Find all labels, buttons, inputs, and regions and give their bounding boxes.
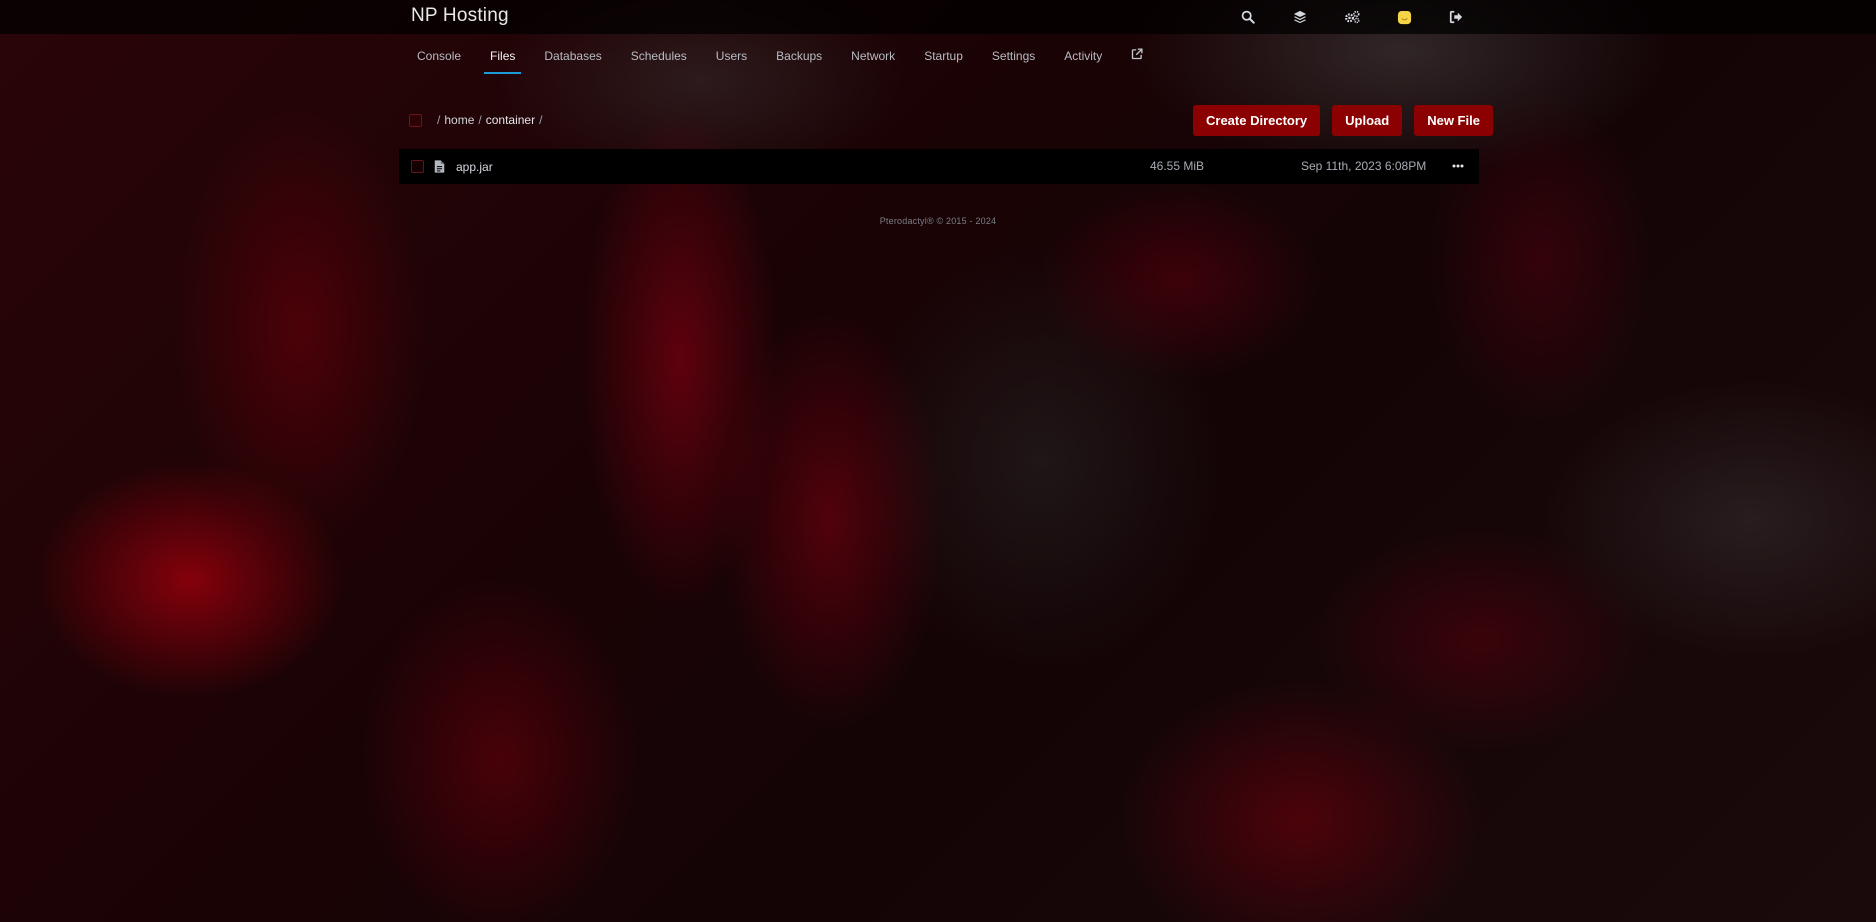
tab-files[interactable]: Files (484, 42, 522, 74)
upload-button[interactable]: Upload (1332, 105, 1403, 136)
file-actions: Create Directory Upload New File (1193, 105, 1493, 136)
create-directory-button[interactable]: Create Directory (1193, 105, 1321, 136)
tab-activity[interactable]: Activity (1058, 42, 1108, 74)
tab-network[interactable]: Network (845, 42, 901, 74)
tab-startup[interactable]: Startup (918, 42, 969, 74)
user-avatar-icon[interactable] (1378, 0, 1430, 34)
logout-icon[interactable] (1430, 0, 1482, 34)
cogs-icon[interactable] (1326, 0, 1378, 34)
tab-console[interactable]: Console (411, 42, 467, 74)
file-name[interactable]: app.jar (456, 160, 493, 174)
tab-backups[interactable]: Backups (770, 42, 828, 74)
external-link-icon[interactable] (1125, 42, 1149, 73)
layers-icon[interactable] (1274, 0, 1326, 34)
top-icon-group (1222, 0, 1482, 34)
breadcrumb: / home / container / (409, 108, 546, 132)
footer-copyright: Pterodactyl® © 2015 - 2024 (879, 216, 997, 226)
file-size: 46.55 MiB (1150, 159, 1205, 173)
breadcrumb-current: container (485, 113, 536, 127)
tab-databases[interactable]: Databases (538, 42, 607, 74)
select-all-checkbox[interactable] (409, 113, 422, 127)
tab-settings[interactable]: Settings (986, 42, 1041, 74)
file-modified-date: Sep 11th, 2023 6:08PM (1301, 159, 1427, 173)
new-file-button[interactable]: New File (1414, 105, 1493, 136)
tab-users[interactable]: Users (710, 42, 753, 74)
brand-title[interactable]: NP Hosting (411, 5, 509, 27)
server-tabs: Console Files Databases Schedules Users … (411, 42, 1166, 74)
breadcrumb-separator: / (478, 113, 482, 127)
file-icon (434, 160, 445, 173)
file-select-checkbox[interactable] (411, 160, 424, 173)
breadcrumb-separator: / (539, 113, 543, 127)
more-options-icon[interactable] (1449, 158, 1467, 174)
search-icon[interactable] (1222, 0, 1274, 34)
breadcrumb-home[interactable]: home (444, 113, 474, 127)
tab-schedules[interactable]: Schedules (625, 42, 693, 74)
top-navigation-bar: NP Hosting (0, 0, 1876, 34)
breadcrumb-separator: / (437, 113, 441, 127)
file-row[interactable]: app.jar 46.55 MiB Sep 11th, 2023 6:08PM (399, 149, 1479, 184)
